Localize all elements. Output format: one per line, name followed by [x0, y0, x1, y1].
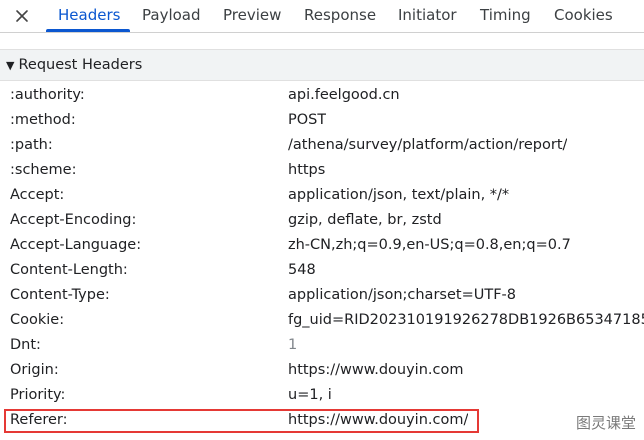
header-row-authority: :authority: api.feelgood.cn [0, 84, 644, 109]
header-name: :authority: [10, 87, 85, 103]
request-headers-list: :authority: api.feelgood.cn :method: POS… [0, 84, 644, 434]
tab-payload[interactable]: Payload [142, 0, 201, 32]
request-headers-section-toggle[interactable]: ▼ Request Headers [0, 49, 644, 81]
header-name: Content-Length: [10, 262, 128, 278]
devtools-tabbar: Headers Payload Preview Response Initiat… [0, 0, 644, 33]
header-value: https://www.douyin.com/ [288, 412, 469, 428]
header-name: Accept-Encoding: [10, 212, 137, 228]
header-value: application/json, text/plain, */* [288, 187, 510, 203]
watermark-text: 图灵课堂 [575, 414, 636, 432]
header-row-method: :method: POST [0, 109, 644, 134]
tab-initiator[interactable]: Initiator [398, 0, 457, 32]
header-value: zh-CN,zh;q=0.9,en-US;q=0.8,en;q=0.7 [288, 237, 571, 253]
header-value: https://www.douyin.com [288, 362, 464, 378]
expand-triangle-icon: ▼ [6, 58, 15, 72]
header-row-origin: Origin: https://www.douyin.com [0, 359, 644, 384]
header-name: Accept-Language: [10, 237, 142, 253]
header-name: :method: [10, 112, 76, 128]
active-tab-indicator [46, 29, 130, 32]
header-name: :path: [10, 137, 53, 153]
header-name: Referer: [10, 412, 68, 428]
header-row-content-length: Content-Length: 548 [0, 259, 644, 284]
header-name: :scheme: [10, 162, 77, 178]
header-row-priority: Priority: u=1, i [0, 384, 644, 409]
header-value: api.feelgood.cn [288, 87, 400, 103]
header-name: Cookie: [10, 312, 65, 328]
header-name: Accept: [10, 187, 65, 203]
section-title: Request Headers [18, 57, 143, 73]
header-row-dnt: Dnt: 1 [0, 334, 644, 359]
header-value: /athena/survey/platform/action/report/ [288, 137, 568, 153]
header-value: 548 [288, 262, 316, 278]
header-row-accept-encoding: Accept-Encoding: gzip, deflate, br, zstd [0, 209, 644, 234]
header-row-content-type: Content-Type: application/json;charset=U… [0, 284, 644, 309]
tab-response[interactable]: Response [304, 0, 376, 32]
header-row-accept-language: Accept-Language: zh-CN,zh;q=0.9,en-US;q=… [0, 234, 644, 259]
header-value: POST [288, 112, 327, 128]
header-name: Dnt: [10, 337, 41, 353]
header-value: application/json;charset=UTF-8 [288, 287, 516, 303]
tab-cookies[interactable]: Cookies [554, 0, 613, 32]
tab-timing[interactable]: Timing [480, 0, 531, 32]
tab-preview[interactable]: Preview [223, 0, 281, 32]
header-name: Origin: [10, 362, 59, 378]
header-row-scheme: :scheme: https [0, 159, 644, 184]
header-value: u=1, i [288, 387, 332, 403]
header-row-accept: Accept: application/json, text/plain, */… [0, 184, 644, 209]
header-value: 1 [288, 337, 298, 353]
close-icon [16, 10, 28, 22]
header-name: Priority: [10, 387, 66, 403]
header-row-referer: Referer: https://www.douyin.com/ [0, 409, 644, 434]
header-value: https [288, 162, 326, 178]
header-name: Content-Type: [10, 287, 110, 303]
header-row-path: :path: /athena/survey/platform/action/re… [0, 134, 644, 159]
tab-headers[interactable]: Headers [58, 0, 120, 32]
header-row-cookie: Cookie: fg_uid=RID20231019192627​8DB1926… [0, 309, 644, 334]
header-value: gzip, deflate, br, zstd [288, 212, 442, 228]
close-panel-button[interactable] [10, 4, 34, 28]
header-value: fg_uid=RID20231019192627​8DB1926B6534718… [288, 312, 644, 328]
